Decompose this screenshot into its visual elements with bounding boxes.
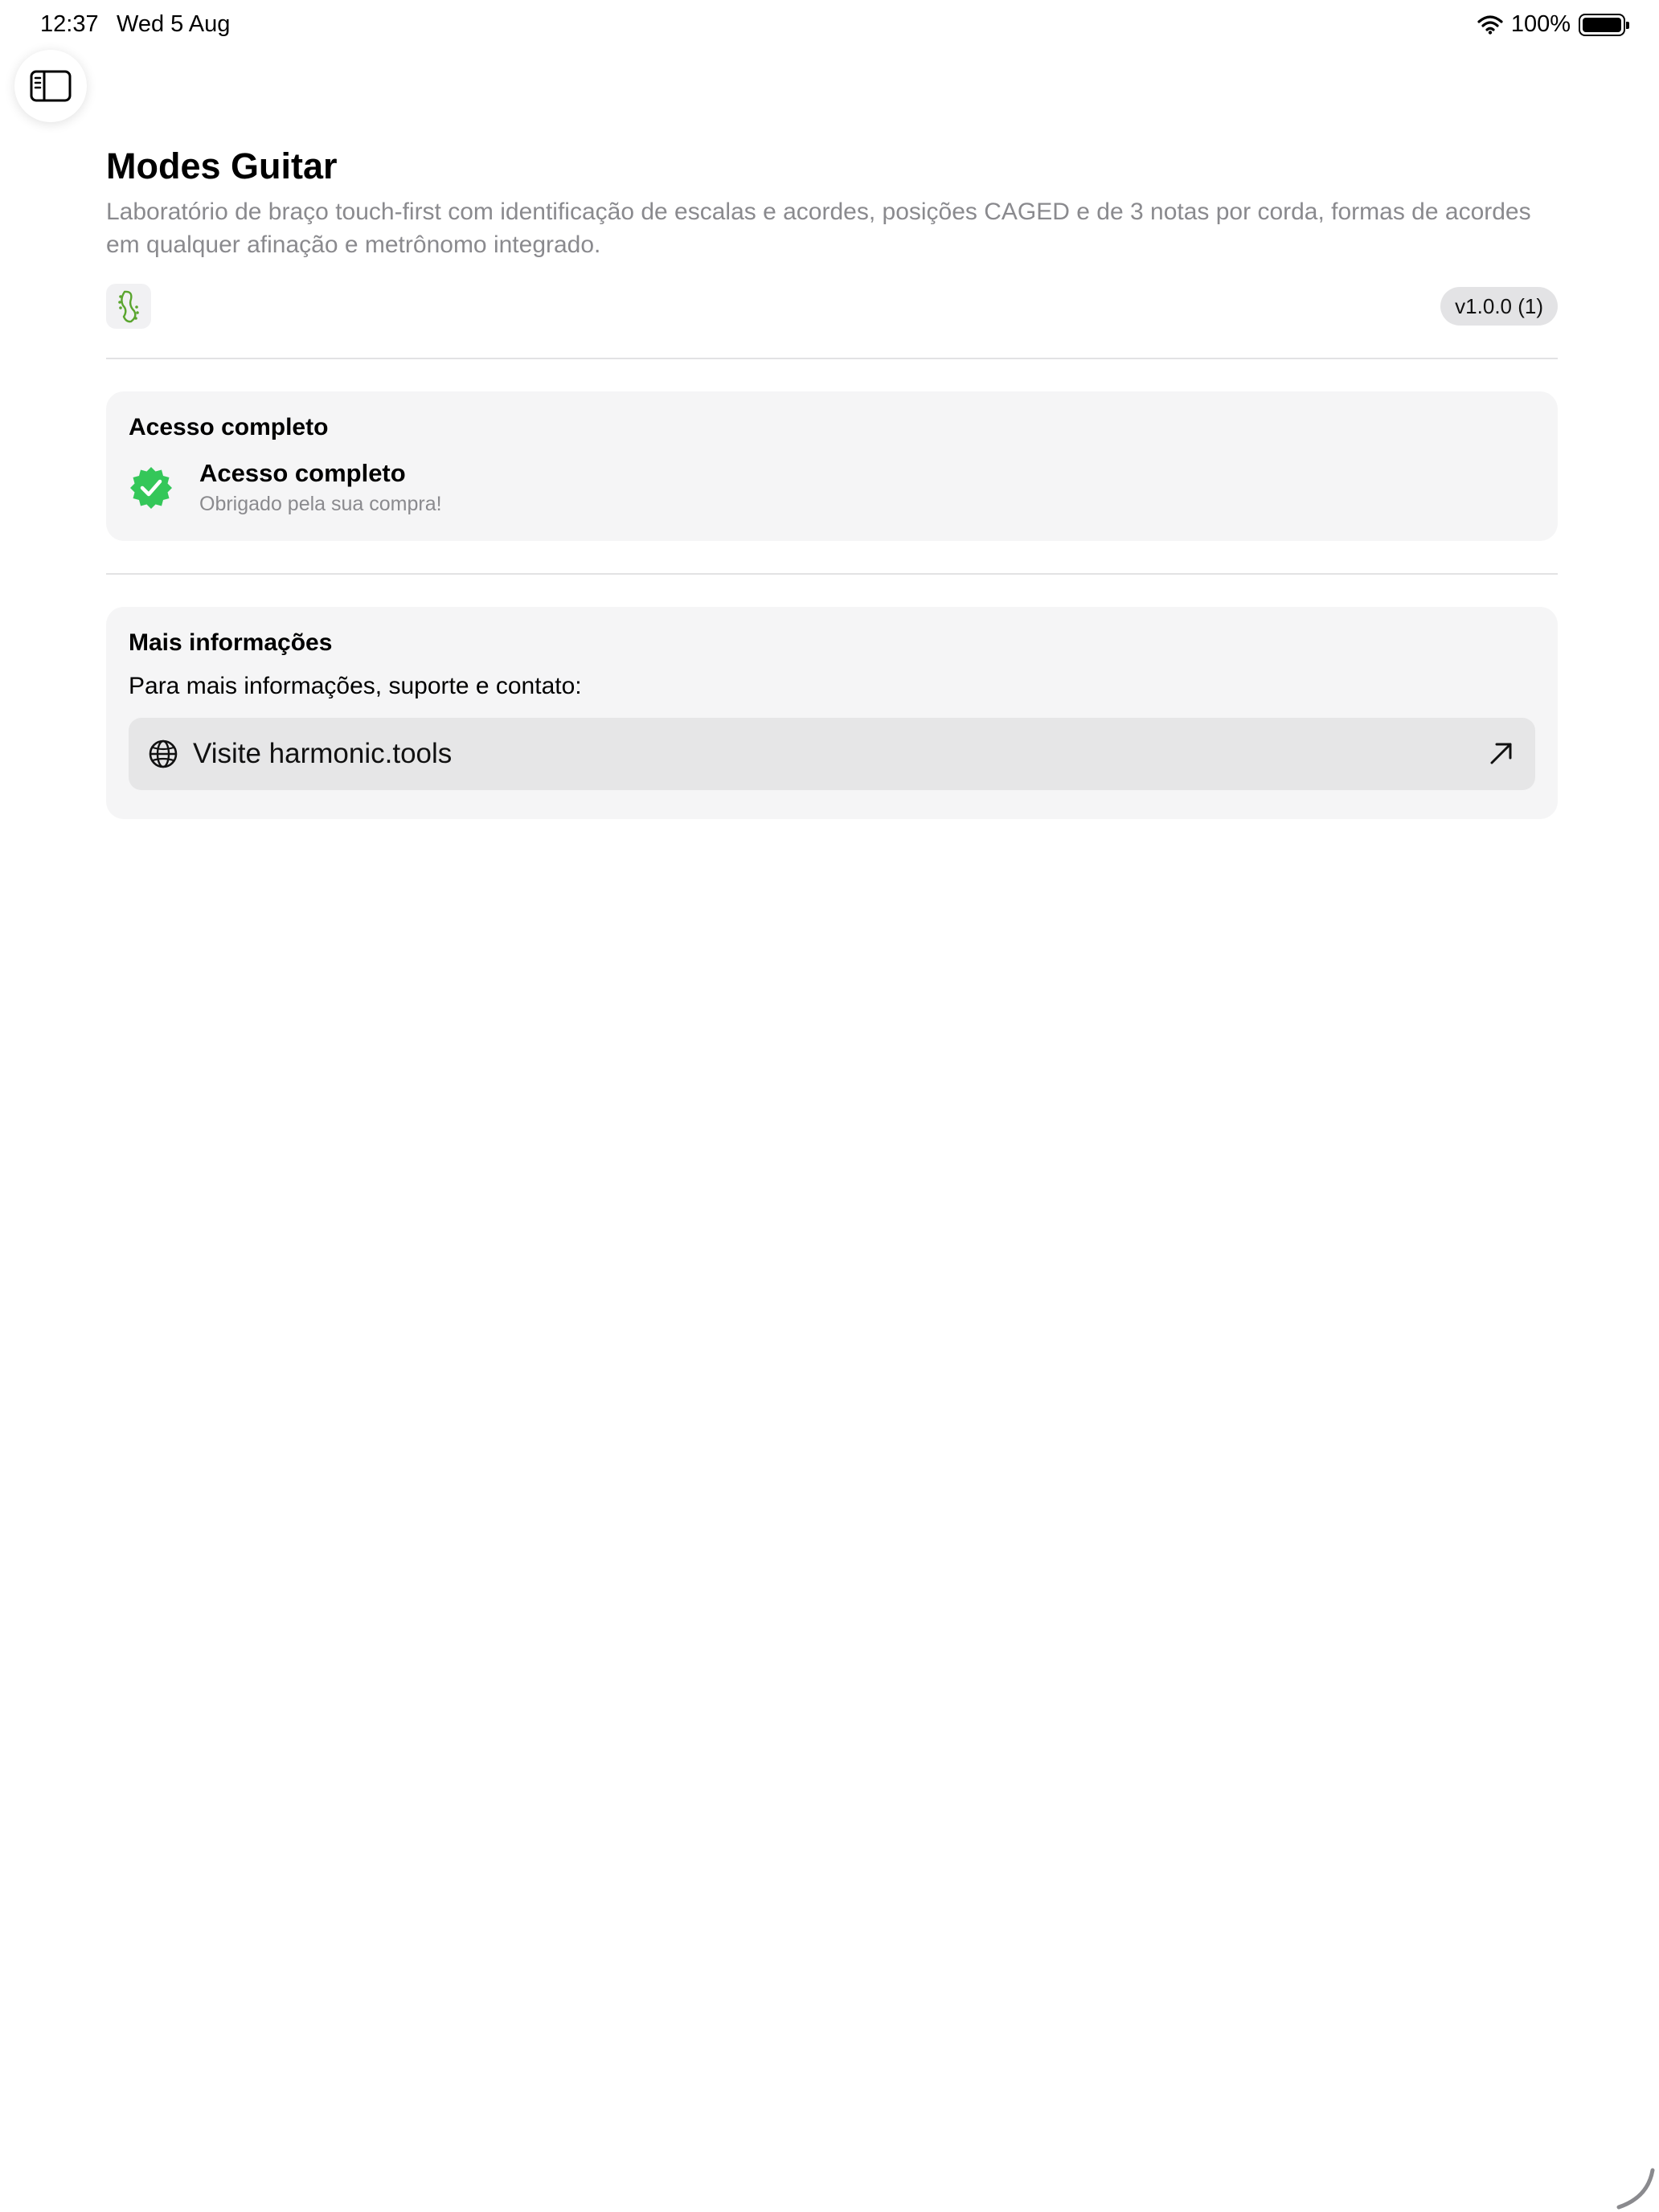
settings-page: 12:37 Wed 5 Aug 100% Modes Guitar Labora… <box>0 0 1659 2212</box>
main-content: Modes Guitar Laboratório de braço touch-… <box>106 145 1558 819</box>
divider <box>106 358 1558 359</box>
corner-resize-indicator <box>1616 2168 1655 2210</box>
visit-website-button[interactable]: Visite harmonic.tools <box>129 718 1535 790</box>
sidebar-toggle-button[interactable] <box>14 50 87 122</box>
status-indicators: 100% <box>1477 11 1629 38</box>
info-card-heading: Mais informações <box>129 629 333 656</box>
battery-icon <box>1579 13 1629 36</box>
app-description: Laboratório de braço touch-first com ide… <box>106 199 1531 258</box>
divider <box>106 573 1558 575</box>
access-card-heading: Acesso completo <box>129 414 329 440</box>
version-badge: v1.0.0 (1) <box>1440 287 1558 326</box>
status-date: Wed 5 Aug <box>117 11 231 37</box>
verified-check-icon <box>130 466 172 509</box>
access-card: Acesso completo Acesso completo Obrigado… <box>106 391 1558 541</box>
info-card: Mais informações Para mais informações, … <box>106 607 1558 819</box>
access-status-row: Acesso completo Obrigado pela sua compra… <box>129 459 1535 516</box>
info-card-text: Para mais informações, suporte e contato… <box>129 673 582 699</box>
sidebar-toggle-icon <box>30 70 72 102</box>
app-title: Modes Guitar <box>106 145 338 186</box>
visit-website-label: Visite harmonic.tools <box>193 738 453 769</box>
access-status-text: Acesso completo Obrigado pela sua compra… <box>199 459 442 516</box>
battery-percentage: 100% <box>1510 11 1571 37</box>
wifi-icon <box>1477 14 1503 35</box>
app-meta-row: v1.0.0 (1) <box>106 281 1558 329</box>
status-bar: 12:37 Wed 5 Aug 100% <box>0 0 1659 51</box>
guitar-headstock-icon <box>106 284 151 329</box>
globe-icon <box>149 739 178 768</box>
arrow-up-right-icon <box>1490 743 1512 764</box>
status-time: 12:37 <box>40 11 99 37</box>
access-status-subtitle: Obrigado pela sua compra! <box>199 493 442 515</box>
access-status-title: Acesso completo <box>199 459 406 487</box>
